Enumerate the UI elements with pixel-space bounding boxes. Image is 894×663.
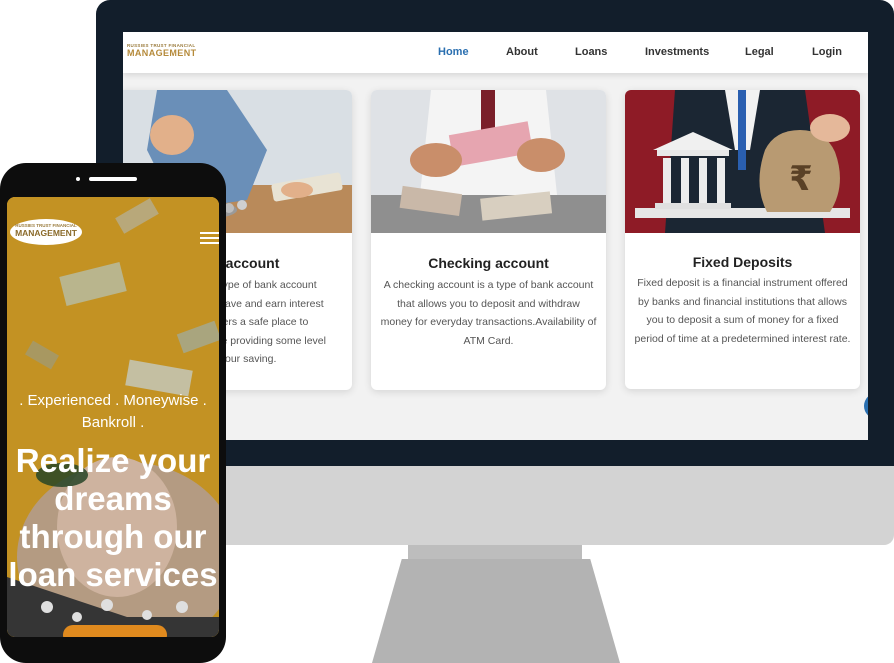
card-line: A checking account is a type of bank acc…	[383, 279, 594, 291]
monitor-stand	[372, 559, 620, 663]
card-title: Checking account	[428, 255, 549, 271]
tagline-line: . Experienced . Moneywise .	[19, 392, 207, 409]
card-line: u save and earn interest	[211, 297, 324, 310]
nav-login[interactable]: Login	[812, 46, 842, 58]
card-title: s account	[214, 255, 280, 271]
brand-line2: MANAGEMENT	[15, 228, 77, 238]
headline-line: loan services	[8, 556, 218, 593]
card-title: Fixed Deposits	[692, 254, 793, 270]
nav-loans[interactable]: Loans	[575, 46, 607, 58]
hero-tagline: . Experienced . Moneywise . Bankroll .	[7, 390, 219, 434]
card-description: a type of bank account u save and earn i…	[211, 276, 344, 369]
navbar: RUSSIES TRUST FINANCIAL MANAGEMENT Home …	[123, 32, 868, 73]
card-line: n your saving.	[211, 353, 277, 365]
monitor-neck	[408, 545, 582, 559]
card-line: a type of bank account	[211, 279, 317, 291]
card-line: Fixed deposit is a financial instrument …	[637, 277, 848, 289]
card-line: by banks and financial institutions that…	[638, 295, 847, 308]
headline-line: Realize your	[15, 442, 211, 479]
hamburger-menu-icon[interactable]	[200, 232, 219, 244]
svg-text:₹: ₹	[789, 159, 813, 199]
desktop-screen: RUSSIES TRUST FINANCIAL MANAGEMENT Home …	[123, 32, 868, 440]
nav-home[interactable]: Home	[438, 46, 469, 58]
card-line: period of time at a predetermined intere…	[634, 332, 851, 345]
phone-speaker	[89, 177, 137, 181]
card-line: ATM Card.	[463, 334, 514, 347]
headline-line: through our	[19, 518, 207, 555]
nav-about[interactable]: About	[506, 46, 538, 58]
card-description: A checking account is a type of bank acc…	[379, 276, 598, 350]
nav-legal[interactable]: Legal	[745, 46, 774, 58]
hero-cta-button[interactable]	[63, 625, 167, 637]
brand-line2: MANAGEMENT	[127, 48, 197, 58]
checking-card-image	[371, 90, 606, 233]
headline-line: dreams	[54, 480, 172, 517]
brand-logo[interactable]: RUSSIES TRUST FINANCIAL MANAGEMENT	[127, 43, 197, 63]
card-line: money for everyday transactions.Availabi…	[380, 316, 597, 328]
checking-account-card[interactable]: Checking account A checking account is a…	[371, 90, 606, 390]
phone-frame: RUSSIES TRUST FINANCIAL MANAGEMENT . Exp…	[0, 163, 226, 663]
card-line: offers a safe place to	[211, 316, 309, 328]
mobile-screen: RUSSIES TRUST FINANCIAL MANAGEMENT . Exp…	[7, 197, 219, 637]
fixed-deposits-card[interactable]: ₹ Fixed Deposits Fixed deposit is a fina…	[625, 90, 860, 389]
camera-dot	[76, 177, 80, 181]
mobile-brand-logo[interactable]: RUSSIES TRUST FINANCIAL MANAGEMENT	[10, 219, 82, 245]
card-line: you to deposit a sum of money for a fixe…	[646, 314, 839, 326]
tagline-line: Bankroll .	[81, 414, 145, 431]
chat-button[interactable]	[864, 393, 868, 419]
card-line: hile providing some level	[211, 334, 326, 347]
card-description: Fixed deposit is a financial instrument …	[633, 274, 852, 348]
card-line: that allows you to deposit and withdraw	[397, 297, 580, 310]
hero-headline: Realize your dreams through our loan ser…	[7, 442, 219, 594]
fixed-deposits-card-image: ₹	[625, 90, 860, 233]
nav-investments[interactable]: Investments	[645, 46, 709, 58]
